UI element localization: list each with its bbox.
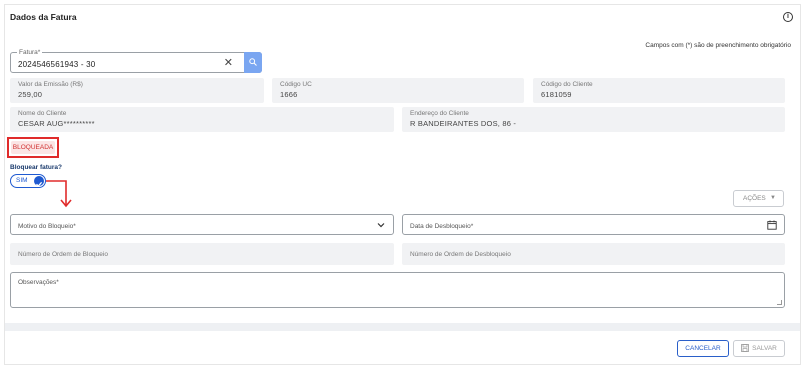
ordem-bloqueio-field: Número de Ordem de Bloqueio (10, 243, 394, 265)
clear-icon[interactable]: ✕ (224, 56, 233, 70)
bloquear-fatura-toggle[interactable]: SIM (10, 174, 46, 188)
endereco-cliente-label: Endereço do Cliente (410, 110, 469, 117)
fatura-field[interactable]: Fatura* 2024546561943 - 30 ✕ (10, 48, 262, 73)
codigo-cliente-field: Código do Cliente 6181059 (533, 78, 785, 103)
observacoes-label: Observações* (18, 279, 59, 286)
fatura-label: Fatura* (17, 48, 43, 57)
valor-emissao-value: 259,00 (18, 90, 43, 99)
codigo-cliente-label: Código do Cliente (541, 81, 593, 88)
endereco-cliente-value: R BANDEIRANTES DOS, 86 - (410, 119, 517, 128)
check-icon (34, 176, 44, 187)
codigo-uc-field: Código UC 1666 (272, 78, 524, 103)
arrow-annotation (46, 180, 72, 208)
info-icon[interactable]: i (783, 12, 793, 22)
data-desbloqueio-field[interactable]: Data de Desbloqueio* (402, 214, 785, 235)
save-icon (741, 344, 750, 353)
nome-cliente-field: Nome do Cliente CESAR AUG********** (10, 107, 394, 132)
motivo-bloqueio-label: Motivo do Bloqueio* (18, 223, 76, 230)
resize-handle[interactable] (777, 300, 782, 305)
motivo-bloqueio-select[interactable]: Motivo do Bloqueio* (10, 214, 394, 235)
status-badge: BLOQUEADA (11, 141, 55, 154)
calendar-icon[interactable] (767, 220, 777, 230)
codigo-cliente-value: 6181059 (541, 90, 572, 99)
acoes-label: AÇÕES (743, 195, 766, 202)
footer-divider (5, 323, 800, 331)
save-label: SALVAR (752, 345, 777, 352)
valor-emissao-field: Valor da Emissão (R$) 259,00 (10, 78, 264, 103)
ordem-desbloqueio-label: Número de Ordem de Desbloqueio (410, 251, 511, 258)
search-icon (249, 58, 257, 66)
required-fields-note: Campos com (*) são de preenchimento obri… (645, 42, 791, 49)
page-title: Dados da Fatura (10, 12, 77, 22)
bloquear-fatura-label: Bloquear fatura? (10, 164, 63, 171)
codigo-uc-value: 1666 (280, 90, 298, 99)
codigo-uc-label: Código UC (280, 81, 312, 88)
fatura-value[interactable]: 2024546561943 - 30 (18, 60, 95, 69)
nome-cliente-label: Nome do Cliente (18, 110, 67, 117)
ordem-bloqueio-label: Número de Ordem de Bloqueio (18, 251, 108, 258)
cancel-button[interactable]: CANCELAR (677, 340, 729, 357)
chevron-down-icon[interactable] (376, 220, 386, 230)
toggle-label: SIM (16, 177, 28, 184)
valor-emissao-label: Valor da Emissão (R$) (18, 81, 83, 88)
data-desbloqueio-label: Data de Desbloqueio* (410, 223, 474, 230)
nome-cliente-value: CESAR AUG********** (18, 119, 95, 128)
ordem-desbloqueio-field: Número de Ordem de Desbloqueio (402, 243, 785, 265)
search-button[interactable] (244, 52, 262, 73)
caret-down-icon: ▼ (770, 195, 776, 201)
acoes-button[interactable]: AÇÕES ▼ (733, 190, 784, 207)
save-button[interactable]: SALVAR (733, 340, 785, 357)
observacoes-textarea[interactable]: Observações* (10, 272, 785, 308)
endereco-cliente-field: Endereço do Cliente R BANDEIRANTES DOS, … (402, 107, 785, 132)
